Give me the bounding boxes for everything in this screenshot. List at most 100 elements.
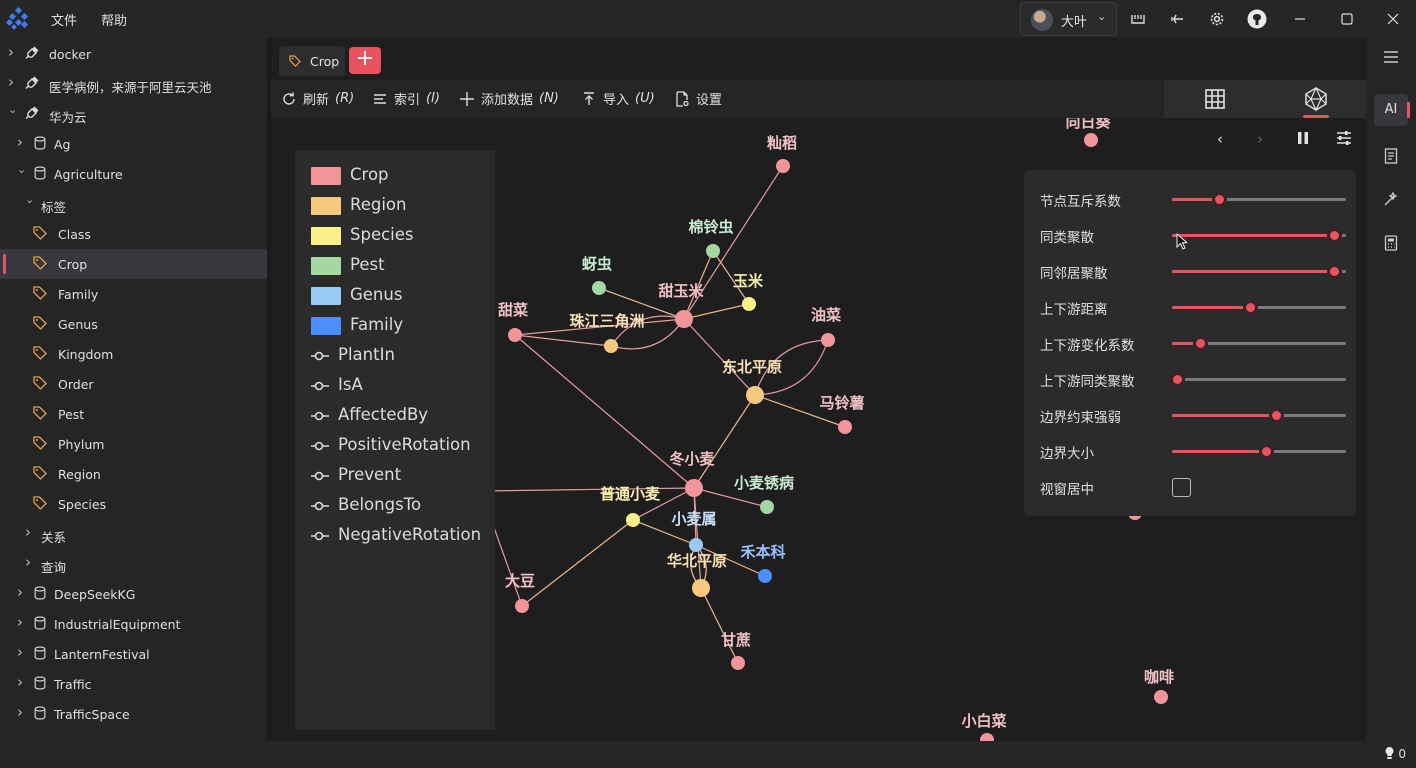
graph-node[interactable] xyxy=(675,310,693,328)
tree-item-database[interactable]: › LanternFestival xyxy=(0,639,267,669)
ai-panel-button[interactable]: AI xyxy=(1374,94,1410,126)
chevron-right-icon[interactable]: › xyxy=(17,703,23,721)
pause-icon[interactable] xyxy=(1297,132,1309,144)
chevron-right-icon[interactable]: › xyxy=(17,613,23,631)
graph-node[interactable] xyxy=(758,569,772,583)
tree-item-tag[interactable]: Class xyxy=(0,219,267,249)
tree-item-connection[interactable]: › 医学病例，来源于阿里云天池 xyxy=(0,69,267,99)
import-button[interactable]: 导入 (U) xyxy=(581,89,655,108)
close-icon[interactable] xyxy=(1382,8,1404,30)
tree-item-group[interactable]: ⌄ 标签 xyxy=(0,189,267,219)
graph-view-tab[interactable] xyxy=(1265,80,1366,118)
chevron-right-icon[interactable]: › xyxy=(17,583,23,601)
slider-thumb[interactable] xyxy=(1211,192,1227,207)
graph-node[interactable] xyxy=(604,339,618,353)
graph-node[interactable] xyxy=(1084,133,1098,147)
tree-item-tag[interactable]: Kingdom xyxy=(0,339,267,369)
index-button[interactable]: 索引 (I) xyxy=(372,89,440,108)
chevron-right-icon[interactable]: › xyxy=(8,73,14,91)
slider-thumb[interactable] xyxy=(1326,228,1342,243)
chevron-right-icon[interactable]: › xyxy=(25,553,31,571)
graph-node[interactable] xyxy=(746,386,764,404)
slider-thumb[interactable] xyxy=(1258,444,1274,459)
chevron-right-icon[interactable]: › xyxy=(17,643,23,661)
maximize-icon[interactable] xyxy=(1336,8,1358,30)
prev-icon[interactable]: ‹ xyxy=(1217,130,1223,148)
slider-thumb[interactable] xyxy=(1192,336,1208,351)
add-tab-button[interactable]: + xyxy=(349,47,381,74)
slider-track[interactable] xyxy=(1172,444,1346,459)
tree-item-group[interactable]: › 关系 xyxy=(0,519,267,549)
graph-node[interactable] xyxy=(692,579,710,597)
graph-node[interactable] xyxy=(706,244,720,258)
tree-item-tag[interactable]: Species xyxy=(0,489,267,519)
chevron-down-icon[interactable]: ⌄ xyxy=(25,193,34,206)
graph-node[interactable] xyxy=(821,333,835,347)
next-icon[interactable]: › xyxy=(1257,130,1263,148)
graph-edge[interactable] xyxy=(514,334,612,347)
graph-edge[interactable] xyxy=(683,318,756,396)
slider-track[interactable] xyxy=(1172,300,1346,315)
graph-node[interactable] xyxy=(980,733,994,741)
graph-node[interactable] xyxy=(1154,690,1168,704)
graph-edge[interactable] xyxy=(700,587,739,664)
graph-node[interactable] xyxy=(776,159,790,173)
slider-track[interactable] xyxy=(1172,228,1346,243)
graph-node[interactable] xyxy=(508,328,522,342)
settings-button[interactable]: 设置 xyxy=(674,89,722,108)
slider-track[interactable] xyxy=(1172,192,1346,207)
tree-item-tag[interactable]: Phylum xyxy=(0,429,267,459)
tree-item-group[interactable]: › 查询 xyxy=(0,549,267,579)
graph-node[interactable] xyxy=(515,599,529,613)
refresh-button[interactable]: 刷新 (R) xyxy=(281,89,354,108)
graph-node[interactable] xyxy=(760,500,774,514)
graph-edge[interactable] xyxy=(514,334,695,489)
github-icon[interactable] xyxy=(1246,8,1268,30)
tree-item-connection[interactable]: › docker xyxy=(0,39,267,69)
tree-item-database[interactable]: ⌄ Agriculture xyxy=(0,159,267,189)
tree-item-database[interactable]: › TrafficSpace xyxy=(0,699,267,729)
tree-item-tag[interactable]: Region xyxy=(0,459,267,489)
tree-item-tag[interactable]: Order xyxy=(0,369,267,399)
slider-track[interactable] xyxy=(1172,408,1346,423)
slider-thumb[interactable] xyxy=(1269,408,1285,423)
tree-item-tag[interactable]: Pest xyxy=(0,399,267,429)
graph-node[interactable] xyxy=(689,538,703,552)
graph-edge[interactable] xyxy=(683,303,750,320)
slider-thumb[interactable] xyxy=(1326,264,1342,279)
graph-edge[interactable] xyxy=(521,519,634,607)
graph-edge[interactable] xyxy=(693,487,702,589)
graph-node[interactable] xyxy=(731,656,745,670)
chevron-down-icon[interactable]: ⌄ xyxy=(17,163,26,176)
slider-track[interactable] xyxy=(1172,336,1346,351)
tree-item-database[interactable]: › Traffic xyxy=(0,669,267,699)
graph-edge[interactable] xyxy=(480,487,695,492)
tab-crop[interactable]: Crop xyxy=(279,46,345,76)
chevron-right-icon[interactable]: › xyxy=(17,133,23,151)
center-view-checkbox[interactable] xyxy=(1172,478,1191,497)
notebook-icon[interactable] xyxy=(1366,148,1416,168)
slider-track[interactable] xyxy=(1172,264,1346,279)
graph-node[interactable] xyxy=(685,479,703,497)
tree-item-database[interactable]: › DeepSeekKG xyxy=(0,579,267,609)
graph-node[interactable] xyxy=(742,297,756,311)
minimize-icon[interactable] xyxy=(1289,8,1311,30)
tree-item-connection[interactable]: ⌄ 华为云 xyxy=(0,99,267,129)
settings-gear-icon[interactable] xyxy=(1206,8,1228,30)
status-counter[interactable]: 0 xyxy=(1384,746,1406,761)
graph-node[interactable] xyxy=(838,420,852,434)
slider-thumb[interactable] xyxy=(1243,300,1259,315)
tree-item-tag[interactable]: Family xyxy=(0,279,267,309)
calculator-icon[interactable] xyxy=(1366,235,1416,255)
slider-track[interactable] xyxy=(1170,372,1346,387)
sliders-icon[interactable] xyxy=(1336,131,1352,145)
table-view-tab[interactable] xyxy=(1164,80,1265,118)
menu-file[interactable]: 文件 xyxy=(51,10,77,29)
menu-help[interactable]: 帮助 xyxy=(101,10,127,29)
chevron-right-icon[interactable]: › xyxy=(25,523,31,541)
chevron-down-icon[interactable]: ⌄ xyxy=(8,103,17,116)
pin-icon[interactable] xyxy=(1167,8,1189,30)
chevron-right-icon[interactable]: › xyxy=(17,673,23,691)
tree-item-database[interactable]: › Ag xyxy=(0,129,267,159)
tree-item-tag[interactable]: Crop xyxy=(0,249,267,279)
